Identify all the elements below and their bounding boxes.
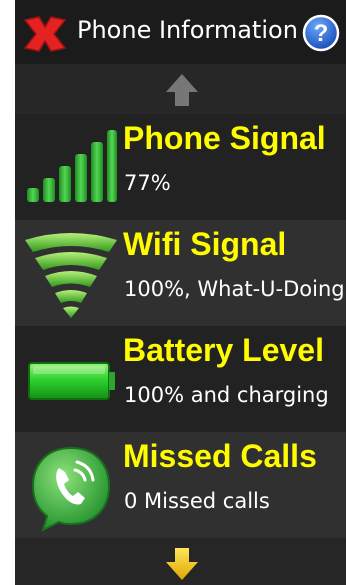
close-icon[interactable] — [19, 14, 71, 54]
list-item-wifi-signal[interactable]: Wifi Signal 100%, What-U-Doing — [15, 220, 346, 326]
help-icon[interactable]: ? — [302, 14, 340, 52]
item-title: Wifi Signal — [123, 226, 287, 262]
item-value: 100% and charging — [124, 383, 329, 407]
item-value: 77% — [124, 171, 171, 195]
list-item-missed-calls[interactable]: Missed Calls 0 Missed calls — [15, 432, 346, 538]
phone-call-icon — [31, 446, 111, 532]
svg-text:?: ? — [314, 20, 329, 47]
scroll-down-row[interactable] — [15, 538, 346, 585]
arrow-down-icon[interactable] — [162, 544, 202, 584]
list-item-phone-signal[interactable]: Phone Signal 77% — [15, 114, 346, 220]
item-title: Missed Calls — [123, 438, 317, 474]
arrow-up-icon[interactable] — [162, 70, 202, 110]
item-title: Battery Level — [123, 332, 324, 368]
item-value: 100%, What-U-Doing — [124, 277, 345, 301]
page-title: Phone Information — [77, 16, 298, 44]
phone-info-app: Phone Information ? Phone Signal 77% Wif… — [15, 0, 346, 585]
list-item-battery-level[interactable]: Battery Level 100% and charging — [15, 326, 346, 432]
header: Phone Information ? — [15, 0, 346, 64]
battery-icon — [28, 362, 115, 400]
wifi-icon — [25, 233, 117, 318]
signal-bars-icon — [27, 130, 117, 202]
item-title: Phone Signal — [123, 120, 326, 156]
scroll-up-row[interactable] — [15, 64, 346, 114]
item-value: 0 Missed calls — [124, 489, 270, 513]
